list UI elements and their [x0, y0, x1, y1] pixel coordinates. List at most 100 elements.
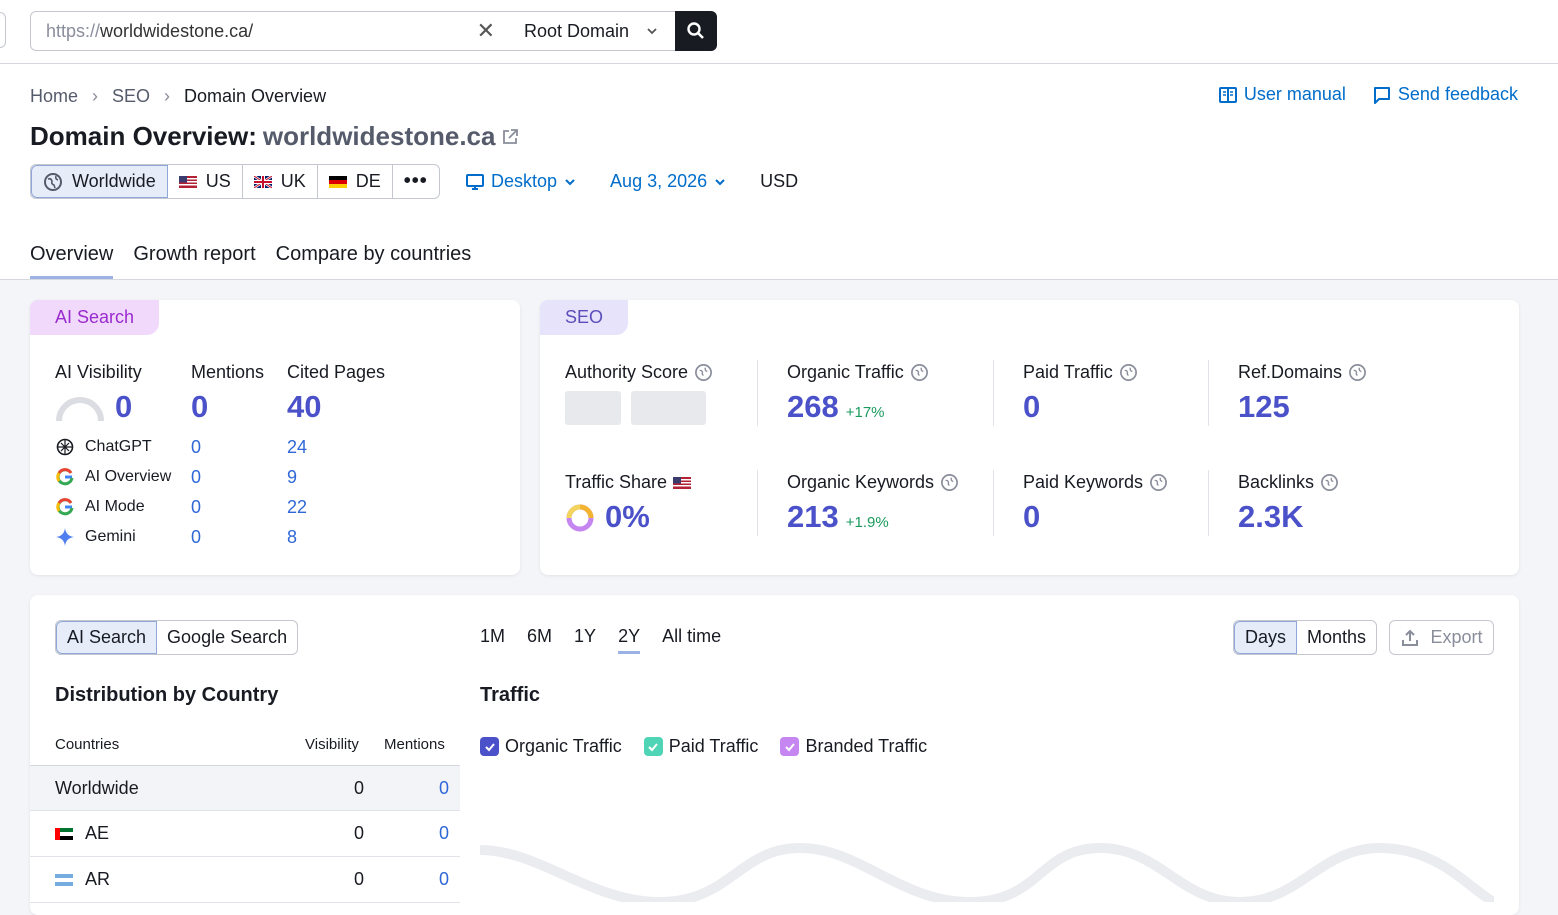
- tab-compare-by-countries[interactable]: Compare by countries: [276, 243, 472, 279]
- info-icon[interactable]: [1348, 363, 1367, 382]
- country-mentions[interactable]: 0: [439, 823, 449, 844]
- table-row[interactable]: AR 0 0: [30, 857, 460, 903]
- legend-paid-traffic[interactable]: Paid Traffic: [643, 736, 758, 757]
- period-all-time[interactable]: All time: [662, 626, 721, 654]
- external-link-icon[interactable]: [501, 128, 519, 146]
- ai-overview-mentions[interactable]: 0: [191, 467, 201, 488]
- db-tab-worldwide-label: Worldwide: [72, 171, 156, 191]
- scope-select[interactable]: Root Domain: [509, 11, 676, 51]
- traffic-title: Traffic: [480, 684, 541, 706]
- breadcrumb-home[interactable]: Home: [30, 86, 78, 107]
- checkbox-icon: [780, 737, 800, 756]
- chatgpt-mentions[interactable]: 0: [191, 437, 201, 458]
- export-button[interactable]: Export: [1389, 620, 1494, 655]
- info-icon[interactable]: [1320, 473, 1339, 492]
- seo-card: SEO Authority Score Organic Traffic 268 +…: [540, 300, 1519, 575]
- clear-icon[interactable]: ✕: [477, 20, 495, 42]
- paid-traffic-value[interactable]: 0: [1023, 389, 1040, 425]
- header-links: User manual Send feedback: [1218, 84, 1518, 105]
- breadcrumb-seo[interactable]: SEO: [112, 86, 150, 107]
- backlinks-value[interactable]: 2.3K: [1238, 499, 1303, 535]
- device-select[interactable]: Desktop: [465, 171, 577, 192]
- cited-pages-value[interactable]: 40: [287, 389, 321, 425]
- divider: [1208, 470, 1209, 536]
- traffic-share-donut: [566, 504, 594, 532]
- paid-traffic-text: Paid Traffic: [1023, 362, 1113, 382]
- legend-organic-traffic[interactable]: Organic Traffic: [480, 736, 622, 757]
- col-countries: Countries: [55, 736, 120, 753]
- mentions-value[interactable]: 0: [191, 389, 208, 425]
- country-visibility: 0: [353, 823, 364, 843]
- send-feedback-link[interactable]: Send feedback: [1372, 84, 1518, 105]
- upload-icon: [1402, 629, 1419, 646]
- tab-growth-report[interactable]: Growth report: [133, 243, 255, 279]
- source-toggle: AI Search Google Search: [55, 620, 299, 655]
- ai-mode-row: AI Mode: [55, 497, 145, 517]
- period-1m[interactable]: 1M: [480, 626, 505, 654]
- backlinks-text: Backlinks: [1238, 472, 1315, 492]
- gemini-label: Gemini: [85, 528, 136, 545]
- period-1y[interactable]: 1Y: [574, 626, 596, 654]
- domain-search-input[interactable]: https://worldwidestone.ca/ ✕: [30, 11, 510, 51]
- country-name: Worldwide: [55, 777, 139, 798]
- database-tabs: Worldwide US UK DE •••: [30, 164, 440, 199]
- legend-branded-label: Branded Traffic: [805, 736, 928, 756]
- granularity-months[interactable]: Months: [1297, 621, 1376, 654]
- legend-organic-label: Organic Traffic: [505, 736, 622, 756]
- info-icon[interactable]: [940, 473, 959, 492]
- ai-mode-cited[interactable]: 22: [287, 497, 307, 518]
- ai-overview-row: AI Overview: [55, 467, 171, 487]
- granularity-days[interactable]: Days: [1234, 621, 1298, 654]
- divider: [757, 470, 758, 536]
- country-mentions[interactable]: 0: [439, 778, 449, 799]
- table-row[interactable]: AE 0 0: [30, 811, 460, 857]
- gemini-cited[interactable]: 8: [287, 527, 297, 548]
- tab-overview[interactable]: Overview: [30, 243, 114, 279]
- paid-keywords-value[interactable]: 0: [1023, 499, 1040, 535]
- sidebar-toggle[interactable]: [0, 12, 6, 48]
- date-select[interactable]: Aug 3, 2026: [610, 171, 727, 192]
- db-tab-us[interactable]: US: [168, 165, 243, 198]
- info-icon[interactable]: [1149, 473, 1168, 492]
- ai-overview-label: AI Overview: [85, 468, 172, 485]
- page-title-prefix: Domain Overview:: [30, 121, 257, 151]
- period-2y[interactable]: 2Y: [618, 626, 641, 654]
- ai-visibility-value: 0: [115, 389, 133, 424]
- search-button[interactable]: [675, 11, 717, 51]
- info-icon[interactable]: [1119, 363, 1138, 382]
- authority-score-text: Authority Score: [565, 362, 689, 382]
- chatgpt-icon: [56, 438, 74, 456]
- db-tab-de[interactable]: DE: [318, 165, 393, 198]
- organic-traffic-value-wrap[interactable]: 268 +17%: [787, 389, 885, 425]
- period-6m[interactable]: 6M: [527, 626, 552, 654]
- legend-branded-traffic[interactable]: Branded Traffic: [780, 736, 927, 757]
- col-visibility[interactable]: Visibility: [305, 736, 359, 753]
- page-title-domain[interactable]: worldwidestone.ca: [263, 121, 496, 152]
- col-mentions[interactable]: Mentions: [384, 736, 445, 753]
- page-title: Domain Overview: worldwidestone.ca: [30, 121, 519, 152]
- ai-search-card: AI Search AI Visibility Mentions Cited P…: [30, 300, 520, 575]
- ai-mode-mentions[interactable]: 0: [191, 497, 201, 518]
- authority-score-label: Authority Score: [565, 362, 713, 383]
- more-databases-button[interactable]: •••: [393, 165, 439, 198]
- checkbox-icon: [643, 737, 663, 756]
- organic-keywords-value-wrap[interactable]: 213 +1.9%: [787, 499, 889, 535]
- country-mentions[interactable]: 0: [439, 869, 449, 890]
- db-tab-uk[interactable]: UK: [243, 165, 318, 198]
- info-icon[interactable]: [910, 363, 929, 382]
- ai-mode-label: AI Mode: [85, 498, 145, 515]
- ai-overview-cited[interactable]: 9: [287, 467, 297, 488]
- table-row[interactable]: Worldwide 0 0: [30, 765, 460, 811]
- feedback-icon: [1373, 86, 1390, 104]
- backlinks-label: Backlinks: [1238, 472, 1339, 493]
- paid-keywords-label: Paid Keywords: [1023, 472, 1168, 493]
- ref-domains-value[interactable]: 125: [1238, 389, 1290, 425]
- chatgpt-cited[interactable]: 24: [287, 437, 307, 458]
- info-icon[interactable]: [694, 363, 713, 382]
- country-visibility: 0: [353, 777, 364, 798]
- user-manual-link[interactable]: User manual: [1218, 84, 1346, 105]
- gemini-mentions[interactable]: 0: [191, 527, 201, 548]
- source-tab-ai-search[interactable]: AI Search: [56, 621, 158, 654]
- source-tab-google-search[interactable]: Google Search: [157, 621, 297, 654]
- db-tab-worldwide[interactable]: Worldwide: [31, 165, 168, 198]
